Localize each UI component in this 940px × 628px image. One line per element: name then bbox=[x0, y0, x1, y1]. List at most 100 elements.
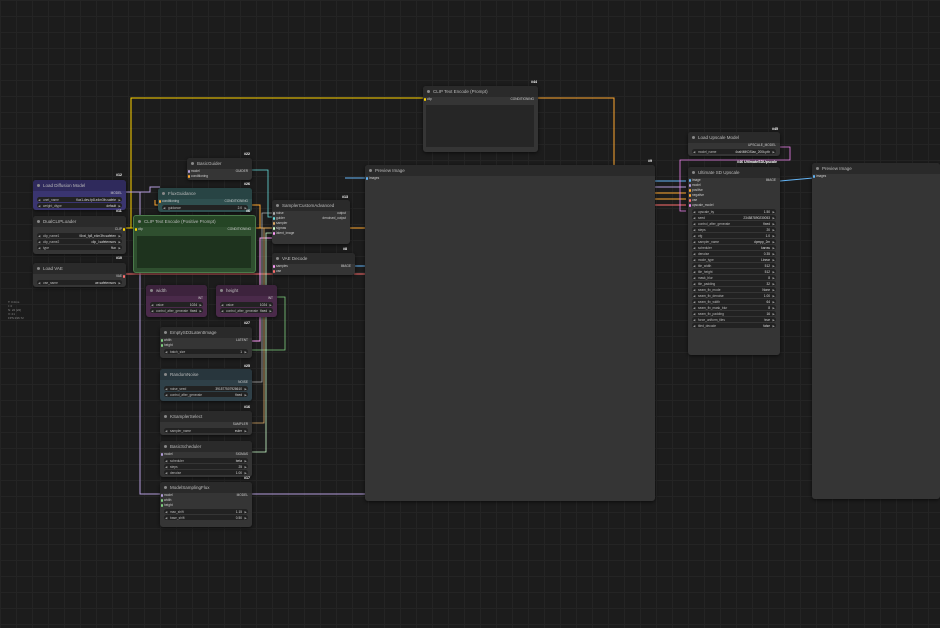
widget-steps[interactable]: ◀ steps 20 ▶ bbox=[692, 227, 776, 232]
preview-image-node[interactable]: Preview Image images bbox=[365, 165, 655, 501]
node-id-badge: #26 bbox=[244, 182, 250, 186]
ultimate-sd-upscale-node[interactable]: Ultimate SD Upscale image IMAGE model posit… bbox=[688, 167, 780, 355]
vae-decode-node[interactable]: VAE Decode samples IMAGE vae bbox=[272, 253, 355, 275]
collapse-dot-icon[interactable] bbox=[191, 162, 194, 165]
collapse-dot-icon[interactable] bbox=[427, 90, 430, 93]
base-shift-widget[interactable]: ◀ base_shift 0.50 ▶ bbox=[164, 515, 248, 520]
sampler-custom-advanced-node[interactable]: SamplerCustomAdvanced noise output guider… bbox=[272, 200, 350, 244]
prompt-textarea[interactable] bbox=[426, 105, 534, 147]
widget-mode-type[interactable]: ◀ mode_type Linear ▶ bbox=[692, 257, 776, 262]
collapse-dot-icon[interactable] bbox=[150, 289, 153, 292]
widget-seam-fix-mask-blur[interactable]: ◀ seam_fix_mask_blur 8 ▶ bbox=[692, 305, 776, 310]
node-title: BasicScheduler bbox=[170, 444, 202, 449]
node-id-badge: #6 bbox=[246, 209, 250, 213]
denoise-widget[interactable]: ◀ denoise 1.00 ▶ bbox=[164, 470, 248, 475]
widget-upscale-by[interactable]: ◀ upscale_by 1.50 ▶ bbox=[692, 209, 776, 214]
node-id-badge: #25 bbox=[244, 364, 250, 368]
node-id-badge: #17 bbox=[244, 476, 250, 480]
node-id-badge: #11 bbox=[116, 209, 122, 213]
widget-tile-height[interactable]: ◀ tile_height 512 ▶ bbox=[692, 269, 776, 274]
widget-cfg[interactable]: ◀ cfg 1.0 ▶ bbox=[692, 233, 776, 238]
height-value-widget[interactable]: ◀ value 1024 ▶ bbox=[220, 302, 273, 307]
height-node[interactable]: height INT ◀ value 1024 ▶ ◀ control_after_ge… bbox=[216, 285, 277, 317]
widget-sampler-name[interactable]: ◀ sampler_name dpmpp_2m ▶ bbox=[692, 239, 776, 244]
basic-guider-node[interactable]: BasicGuider model GUIDER conditioning bbox=[187, 158, 252, 180]
collapse-dot-icon[interactable] bbox=[138, 220, 141, 223]
steps-widget[interactable]: ◀ steps 25 ▶ bbox=[164, 464, 248, 469]
model-sampling-flux-node[interactable]: ModelSamplingFlux model MODEL width heigh… bbox=[160, 482, 252, 527]
collapse-dot-icon[interactable] bbox=[37, 220, 40, 223]
collapse-dot-icon[interactable] bbox=[692, 171, 695, 174]
collapse-dot-icon[interactable] bbox=[816, 167, 819, 170]
vae-name-widget[interactable]: ◀ vae_name ae.safetensors ▶ bbox=[37, 280, 122, 285]
collapse-dot-icon[interactable] bbox=[164, 486, 167, 489]
collapse-dot-icon[interactable] bbox=[369, 169, 372, 172]
node-title: KSamplerSelect bbox=[170, 414, 203, 419]
empty-latent-image-node[interactable]: EmptySD3LatentImage width LATENT height ◀… bbox=[160, 327, 252, 358]
widget-seam-fix-padding[interactable]: ◀ seam_fix_padding 16 ▶ bbox=[692, 311, 776, 316]
collapse-dot-icon[interactable] bbox=[162, 192, 165, 195]
max-shift-widget[interactable]: ◀ max_shift 1.15 ▶ bbox=[164, 509, 248, 514]
weight-dtype-widget[interactable]: ◀ weight_dtype default ▶ bbox=[37, 203, 122, 208]
widget-denoise[interactable]: ◀ denoise 0.35 ▶ bbox=[692, 251, 776, 256]
node-id-badge: #22 bbox=[244, 152, 250, 156]
widget-seam-fix-width[interactable]: ◀ seam_fix_width 64 ▶ bbox=[692, 299, 776, 304]
clip-text-encode-prompt-node[interactable]: CLIP Text Encode (Prompt) clip CONDITIONI… bbox=[423, 86, 538, 152]
node-id-badge: #46 UltimateSDUpscale bbox=[737, 160, 777, 164]
random-noise-node[interactable]: RandomNoise NOISE ◀ noise_seed 39157750792… bbox=[160, 369, 252, 401]
widget-tile-width[interactable]: ◀ tile_width 512 ▶ bbox=[692, 263, 776, 268]
clip-name2-widget[interactable]: ◀ clip_name2 clip_l.safetensors ▶ bbox=[37, 239, 122, 244]
collapse-dot-icon[interactable] bbox=[220, 289, 223, 292]
load-vae-node[interactable]: Load VAE VAE ◀ vae_name ae.safetensors ▶ bbox=[33, 263, 126, 287]
node-title: SamplerCustomAdvanced bbox=[282, 203, 335, 208]
load-diffusion-model-node[interactable]: Load Diffusion Model MODEL ◀ unet_name flu… bbox=[33, 180, 126, 210]
noise-control-widget[interactable]: ◀ control_after_generate fixed ▶ bbox=[164, 392, 248, 397]
widget-seam-fix-mode[interactable]: ◀ seam_fix_mode None ▶ bbox=[692, 287, 776, 292]
widget-mask-blur[interactable]: ◀ mask_blur 8 ▶ bbox=[692, 275, 776, 280]
basic-scheduler-node[interactable]: BasicScheduler model SIGMAS ◀ scheduler bet… bbox=[160, 441, 252, 477]
widget-control-after-generate[interactable]: ◀ control_after_generate fixed ▶ bbox=[692, 221, 776, 226]
ksampler-select-node[interactable]: KSamplerSelect SAMPLER ◀ sampler_name eule… bbox=[160, 411, 252, 435]
guidance-widget[interactable]: ◀ guidance 2.0 ▶ bbox=[162, 205, 248, 210]
node-title: Load Upscale Model bbox=[698, 135, 740, 140]
node-title: FluxGuidance bbox=[168, 191, 196, 196]
collapse-dot-icon[interactable] bbox=[692, 136, 695, 139]
collapse-dot-icon[interactable] bbox=[164, 415, 167, 418]
collapse-dot-icon[interactable] bbox=[276, 204, 279, 207]
collapse-dot-icon[interactable] bbox=[164, 373, 167, 376]
type-widget[interactable]: ◀ type flux ▶ bbox=[37, 245, 122, 250]
output-socket[interactable] bbox=[122, 228, 125, 231]
widget-seam-fix-denoise[interactable]: ◀ seam_fix_denoise 1.00 ▶ bbox=[692, 293, 776, 298]
widget-force-uniform-tiles[interactable]: ◀ force_uniform_tiles true ▶ bbox=[692, 317, 776, 322]
width-node[interactable]: width INT ◀ value 1024 ▶ ◀ control_after_gen… bbox=[146, 285, 207, 317]
output-socket[interactable] bbox=[122, 275, 125, 278]
height-control-widget[interactable]: ◀ control_after_generate fixed ▶ bbox=[220, 308, 273, 313]
node-id-badge: #8 bbox=[343, 247, 347, 251]
collapse-dot-icon[interactable] bbox=[164, 331, 167, 334]
node-title: height bbox=[226, 288, 239, 293]
collapse-dot-icon[interactable] bbox=[37, 267, 40, 270]
sampler-name-widget[interactable]: ◀ sampler_name euler ▶ bbox=[164, 428, 248, 433]
clip-text-encode-positive-node[interactable]: CLIP Text Encode (Positive Prompt) clip C… bbox=[133, 215, 256, 273]
scheduler-widget[interactable]: ◀ scheduler beta ▶ bbox=[164, 458, 248, 463]
prompt-textarea[interactable] bbox=[137, 236, 251, 268]
widget-seed[interactable]: ◀ seed 234587890230053 ▶ bbox=[692, 215, 776, 220]
noise-seed-widget[interactable]: ◀ noise_seed 391577507928610 ▶ bbox=[164, 386, 248, 391]
load-upscale-model-node[interactable]: Load Upscale Model UPSCALE_MODEL ◀ model_… bbox=[688, 132, 780, 156]
batch-size-widget[interactable]: ◀ batch_size 1 ▶ bbox=[164, 349, 248, 354]
widget-tiled-decode[interactable]: ◀ tiled_decode false ▶ bbox=[692, 323, 776, 328]
collapse-dot-icon[interactable] bbox=[37, 184, 40, 187]
node-title: CLIP Text Encode (Prompt) bbox=[433, 89, 488, 94]
collapse-dot-icon[interactable] bbox=[276, 257, 279, 260]
widget-scheduler[interactable]: ◀ scheduler karras ▶ bbox=[692, 245, 776, 250]
model-name-widget[interactable]: ◀ model_name 4xaNMKDSiax_200k.pth ▶ bbox=[692, 149, 776, 154]
clip-name1-widget[interactable]: ◀ clip_name1 t5xxl_fp8_e4m3fn.safeten ▶ bbox=[37, 233, 122, 238]
width-value-widget[interactable]: ◀ value 1024 ▶ bbox=[150, 302, 203, 307]
flux-guidance-node[interactable]: FluxGuidance conditioning CONDITIONING ◀ g… bbox=[158, 188, 252, 212]
dual-clip-loader-node[interactable]: DualCLIPLoader CLIP ◀ clip_name1 t5xxl_fp8… bbox=[33, 216, 126, 254]
unet-name-widget[interactable]: ◀ unet_name flux1-dev-fp8-e4m3fn.safete ▶ bbox=[37, 197, 122, 202]
collapse-dot-icon[interactable] bbox=[164, 445, 167, 448]
widget-tile-padding[interactable]: ◀ tile_padding 32 ▶ bbox=[692, 281, 776, 286]
preview-image-node-2[interactable]: Preview Image images bbox=[812, 163, 940, 499]
width-control-widget[interactable]: ◀ control_after_generate fixed ▶ bbox=[150, 308, 203, 313]
